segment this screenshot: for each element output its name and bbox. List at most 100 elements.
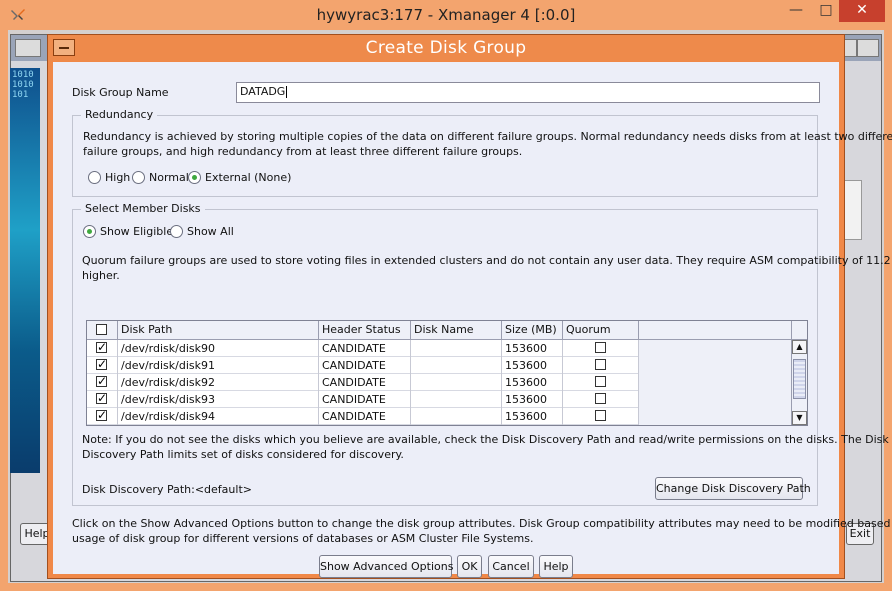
show-all-radio[interactable]: Show All bbox=[170, 225, 234, 238]
window-title: hywyrac3:177 - Xmanager 4 [:0.0] bbox=[316, 6, 576, 24]
quorum-checkbox[interactable] bbox=[595, 342, 606, 353]
size-cell: 153600 bbox=[502, 408, 563, 425]
quorum-note: Quorum failure groups are used to store … bbox=[82, 253, 892, 283]
column-header-quorum[interactable]: Quorum bbox=[563, 321, 639, 340]
size-cell: 153600 bbox=[502, 340, 563, 357]
redundancy-description: Redundancy is achieved by storing multip… bbox=[83, 129, 892, 159]
row-select-checkbox[interactable] bbox=[96, 408, 107, 424]
quorum-checkbox[interactable] bbox=[595, 376, 606, 387]
disk-name-cell[interactable] bbox=[411, 340, 502, 357]
header-status-cell: CANDIDATE bbox=[319, 340, 411, 357]
row-select-cell[interactable] bbox=[87, 408, 118, 425]
radio-unchecked-icon bbox=[88, 171, 101, 184]
dialog-body: Disk Group Name DATADG Redundancy Redund… bbox=[53, 62, 892, 578]
disk-path-cell: /dev/rdisk/disk93 bbox=[118, 391, 319, 408]
binary-graphic: 1010 1010 101 bbox=[12, 70, 34, 100]
show-eligible-label: Show Eligible bbox=[100, 225, 174, 238]
quorum-cell[interactable] bbox=[563, 374, 639, 391]
quorum-checkbox[interactable] bbox=[595, 393, 606, 404]
minimize-button[interactable]: — bbox=[779, 0, 813, 22]
show-eligible-radio[interactable]: Show Eligible bbox=[83, 225, 173, 238]
change-disk-discovery-path-button[interactable]: Change Disk Discovery Path bbox=[655, 477, 811, 500]
row-select-checkbox[interactable] bbox=[96, 340, 107, 356]
cancel-button[interactable]: Cancel bbox=[488, 555, 534, 578]
table-row[interactable]: /dev/rdisk/disk94 CANDIDATE 153600 bbox=[87, 408, 639, 425]
redundancy-external-label: External (None) bbox=[205, 171, 292, 184]
row-select-cell[interactable] bbox=[87, 391, 118, 408]
size-cell: 153600 bbox=[502, 374, 563, 391]
disk-group-name-input[interactable]: DATADG bbox=[236, 82, 820, 103]
table-row[interactable]: /dev/rdisk/disk90 CANDIDATE 153600 bbox=[87, 340, 639, 357]
redundancy-high-label: High bbox=[105, 171, 131, 184]
quorum-checkbox[interactable] bbox=[595, 359, 606, 370]
disk-path-cell: /dev/rdisk/disk92 bbox=[118, 374, 319, 391]
maximize-button[interactable]: □ bbox=[813, 0, 839, 22]
background-system-menu-button[interactable] bbox=[15, 39, 41, 57]
redundancy-normal-radio[interactable]: Normal bbox=[132, 171, 189, 184]
disk-name-cell[interactable] bbox=[411, 391, 502, 408]
row-select-checkbox[interactable] bbox=[96, 374, 107, 390]
advanced-options-note: Click on the Show Advanced Options butto… bbox=[72, 516, 892, 546]
row-select-checkbox[interactable] bbox=[96, 391, 107, 407]
quorum-cell[interactable] bbox=[563, 391, 639, 408]
ok-button[interactable]: OK bbox=[457, 555, 482, 578]
table-row[interactable]: /dev/rdisk/disk91 CANDIDATE 153600 bbox=[87, 357, 639, 374]
row-select-cell[interactable] bbox=[87, 340, 118, 357]
size-cell: 153600 bbox=[502, 391, 563, 408]
table-scrollbar[interactable]: ▲ ▼ bbox=[791, 340, 807, 425]
disk-group-name-label: Disk Group Name bbox=[72, 86, 169, 99]
help-button[interactable]: Help bbox=[539, 555, 573, 578]
disk-name-cell[interactable] bbox=[411, 408, 502, 425]
redundancy-high-radio[interactable]: High bbox=[88, 171, 130, 184]
select-all-checkbox[interactable] bbox=[96, 324, 107, 335]
window-titlebar: hywyrac3:177 - Xmanager 4 [:0.0] — □ ✕ bbox=[0, 0, 892, 30]
column-header-disk-path[interactable]: Disk Path bbox=[118, 321, 319, 340]
column-header-header-status[interactable]: Header Status bbox=[319, 321, 411, 340]
discovery-note-line2: Discovery Path limits set of disks consi… bbox=[82, 448, 404, 461]
quorum-checkbox[interactable] bbox=[595, 410, 606, 421]
disk-path-cell: /dev/rdisk/disk90 bbox=[118, 340, 319, 357]
xmanager-window: hywyrac3:177 - Xmanager 4 [:0.0] — □ ✕ 1… bbox=[0, 0, 892, 591]
radio-checked-icon bbox=[188, 171, 201, 184]
show-advanced-options-button[interactable]: Show Advanced Options bbox=[319, 555, 453, 578]
table-row[interactable]: /dev/rdisk/disk93 CANDIDATE 153600 bbox=[87, 391, 639, 408]
discovery-note-line1: Note: If you do not see the disks which … bbox=[82, 433, 889, 446]
redundancy-external-radio[interactable]: External (None) bbox=[188, 171, 291, 184]
quorum-note-line2: higher. bbox=[82, 269, 120, 282]
scroll-thumb[interactable] bbox=[793, 359, 806, 399]
disk-name-cell[interactable] bbox=[411, 374, 502, 391]
dialog-titlebar: Create Disk Group bbox=[48, 35, 844, 61]
column-header-disk-name[interactable]: Disk Name bbox=[411, 321, 502, 340]
scroll-up-icon[interactable]: ▲ bbox=[792, 340, 807, 354]
quorum-cell[interactable] bbox=[563, 340, 639, 357]
create-disk-group-dialog: Create Disk Group Disk Group Name DATADG… bbox=[47, 34, 892, 579]
header-status-cell: CANDIDATE bbox=[319, 357, 411, 374]
table-row[interactable]: /dev/rdisk/disk92 CANDIDATE 153600 bbox=[87, 374, 639, 391]
background-list-panel bbox=[844, 180, 862, 240]
quorum-cell[interactable] bbox=[563, 357, 639, 374]
advanced-note-line1: Click on the Show Advanced Options butto… bbox=[72, 517, 892, 530]
select-member-disks-legend: Select Member Disks bbox=[81, 202, 205, 215]
radio-unchecked-icon bbox=[170, 225, 183, 238]
redundancy-normal-label: Normal bbox=[149, 171, 189, 184]
quorum-cell[interactable] bbox=[563, 408, 639, 425]
row-select-checkbox[interactable] bbox=[96, 357, 107, 373]
background-close-button[interactable] bbox=[857, 39, 879, 57]
table-header: Disk Path Header Status Disk Name Size (… bbox=[87, 321, 791, 340]
disk-table: Disk Path Header Status Disk Name Size (… bbox=[86, 320, 808, 426]
column-header-size[interactable]: Size (MB) bbox=[502, 321, 563, 340]
row-select-cell[interactable] bbox=[87, 374, 118, 391]
radio-checked-icon bbox=[83, 225, 96, 238]
redundancy-group: Redundancy Redundancy is achieved by sto… bbox=[72, 108, 892, 197]
dialog-title: Create Disk Group bbox=[365, 38, 527, 58]
scroll-down-icon[interactable]: ▼ bbox=[792, 411, 807, 425]
oracle-banner-image: 1010 1010 101 bbox=[10, 68, 40, 473]
disk-group-name-value: DATADG bbox=[240, 85, 286, 98]
select-all-header[interactable] bbox=[87, 321, 118, 340]
text-caret bbox=[286, 86, 288, 98]
row-select-cell[interactable] bbox=[87, 357, 118, 374]
redundancy-description-line2: failure groups, and high redundancy from… bbox=[83, 145, 523, 158]
radio-unchecked-icon bbox=[132, 171, 145, 184]
close-button[interactable]: ✕ bbox=[839, 0, 885, 22]
disk-name-cell[interactable] bbox=[411, 357, 502, 374]
